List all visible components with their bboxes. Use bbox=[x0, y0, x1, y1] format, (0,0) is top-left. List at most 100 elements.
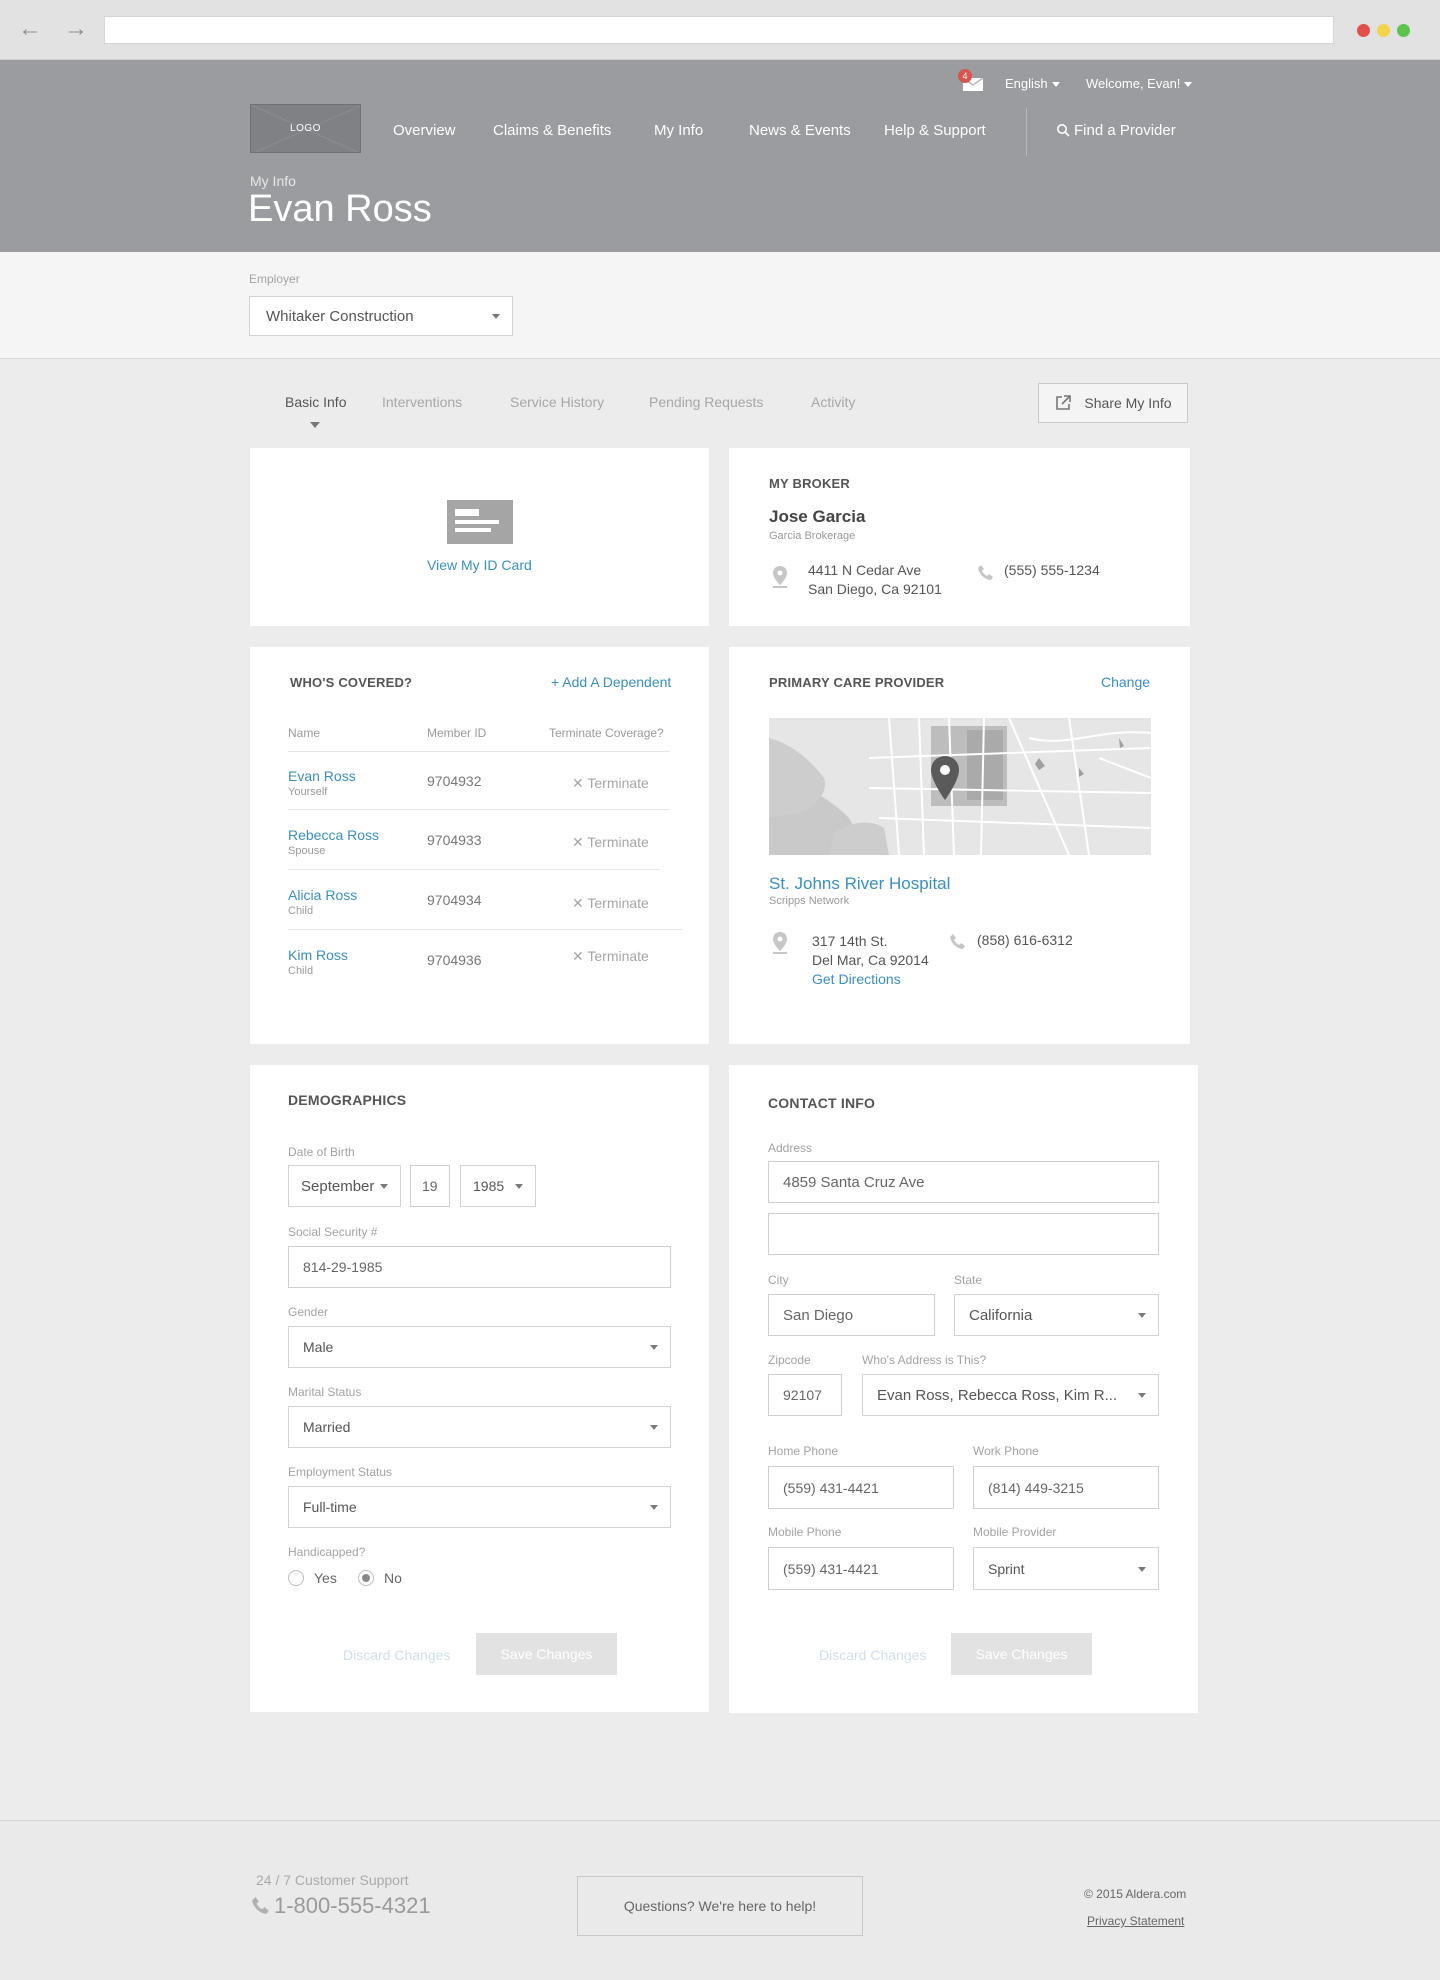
window-maximize-dot[interactable] bbox=[1397, 24, 1410, 37]
terminate-button[interactable]: ✕ Terminate bbox=[572, 834, 649, 851]
handicapped-no-radio[interactable] bbox=[358, 1570, 374, 1586]
tab-activity[interactable]: Activity bbox=[811, 394, 855, 410]
pcp-phone[interactable]: (858) 616-6312 bbox=[977, 932, 1073, 948]
change-pcp-link[interactable]: Change bbox=[1101, 674, 1150, 690]
chevron-down-icon bbox=[492, 314, 500, 319]
member-relation: Child bbox=[288, 965, 314, 977]
mobile-phone-value: (559) 431-4421 bbox=[783, 1560, 879, 1577]
member-name[interactable]: Evan Ross bbox=[288, 768, 356, 784]
dob-year-select[interactable]: 1985 bbox=[460, 1165, 536, 1207]
terminate-label: Terminate bbox=[587, 834, 649, 850]
nav-divider bbox=[1026, 108, 1027, 156]
tab-service-history[interactable]: Service History bbox=[510, 394, 604, 410]
back-arrow-icon[interactable]: ← bbox=[18, 14, 42, 44]
home-phone-label: Home Phone bbox=[768, 1444, 839, 1458]
home-phone-field[interactable]: (559) 431-4421 bbox=[768, 1466, 954, 1509]
mobile-provider-value: Sprint bbox=[988, 1560, 1025, 1577]
add-dependent-link[interactable]: + Add A Dependent bbox=[551, 674, 671, 690]
state-select[interactable]: California bbox=[954, 1294, 1159, 1336]
address-line1-field[interactable]: 4859 Santa Cruz Ave bbox=[768, 1161, 1159, 1203]
id-card-icon[interactable] bbox=[447, 500, 513, 544]
phone-icon bbox=[978, 565, 993, 580]
user-menu[interactable]: Welcome, Evan! bbox=[1086, 76, 1193, 91]
handicapped-label: Handicapped? bbox=[288, 1545, 366, 1559]
member-name[interactable]: Kim Ross bbox=[288, 947, 348, 963]
view-id-card-link[interactable]: View My ID Card bbox=[427, 557, 532, 573]
forward-arrow-icon[interactable]: → bbox=[64, 14, 88, 44]
nav-overview[interactable]: Overview bbox=[393, 122, 456, 139]
url-bar[interactable] bbox=[104, 16, 1334, 44]
state-value: California bbox=[969, 1306, 1033, 1324]
dob-day-field[interactable]: 19 bbox=[410, 1165, 450, 1207]
no-label[interactable]: No bbox=[384, 1570, 402, 1586]
breadcrumb[interactable]: My Info bbox=[250, 173, 296, 189]
whose-address-label: Who's Address is This? bbox=[862, 1353, 987, 1367]
terminate-button[interactable]: ✕ Terminate bbox=[572, 948, 649, 965]
save-changes-button[interactable]: Save Changes bbox=[951, 1633, 1092, 1675]
dob-label: Date of Birth bbox=[288, 1145, 355, 1159]
gender-select[interactable]: Male bbox=[288, 1326, 671, 1368]
member-relation: Spouse bbox=[288, 845, 326, 857]
help-button[interactable]: Questions? We're here to help! bbox=[577, 1876, 863, 1936]
city-field[interactable]: San Diego bbox=[768, 1294, 935, 1336]
mobile-provider-label: Mobile Provider bbox=[973, 1525, 1057, 1539]
find-provider-link[interactable]: Find a Provider bbox=[1056, 122, 1176, 139]
chevron-down-icon bbox=[650, 1345, 658, 1350]
map-pin-icon[interactable] bbox=[929, 755, 961, 801]
employer-select[interactable]: Whitaker Construction bbox=[249, 296, 513, 336]
member-relation: Yourself bbox=[288, 786, 328, 798]
save-label: Save Changes bbox=[975, 1646, 1068, 1662]
marital-status-select[interactable]: Married bbox=[288, 1406, 671, 1448]
demographics-heading: DEMOGRAPHICS bbox=[288, 1092, 407, 1108]
close-icon: ✕ bbox=[572, 948, 588, 964]
discard-changes-button[interactable]: Discard Changes bbox=[819, 1647, 926, 1663]
city-value: San Diego bbox=[783, 1306, 854, 1324]
pcp-heading: PRIMARY CARE PROVIDER bbox=[769, 675, 945, 690]
demographics-panel: DEMOGRAPHICS Date of Birth September 19 … bbox=[250, 1065, 709, 1712]
window-minimize-dot[interactable] bbox=[1377, 24, 1390, 37]
broker-phone[interactable]: (555) 555-1234 bbox=[1004, 562, 1100, 578]
member-name[interactable]: Alicia Ross bbox=[288, 887, 357, 903]
covered-heading: WHO'S COVERED? bbox=[290, 675, 413, 690]
member-name[interactable]: Rebecca Ross bbox=[288, 827, 379, 843]
whose-address-select[interactable]: Evan Ross, Rebecca Ross, Kim R... bbox=[862, 1374, 1159, 1416]
work-phone-field[interactable]: (814) 449-3215 bbox=[973, 1466, 1159, 1509]
tab-pending-requests[interactable]: Pending Requests bbox=[649, 394, 763, 410]
pcp-network: Scripps Network bbox=[769, 895, 850, 907]
dob-month-select[interactable]: September bbox=[288, 1165, 401, 1207]
nav-my-info[interactable]: My Info bbox=[654, 122, 703, 139]
language-select[interactable]: English bbox=[1005, 76, 1060, 91]
yes-label[interactable]: Yes bbox=[314, 1570, 337, 1586]
terminate-button[interactable]: ✕ Terminate bbox=[572, 775, 649, 792]
save-changes-button[interactable]: Save Changes bbox=[476, 1633, 617, 1675]
employer-label: Employer bbox=[249, 272, 300, 286]
privacy-link[interactable]: Privacy Statement bbox=[1087, 1914, 1184, 1928]
address-line1-value: 4859 Santa Cruz Ave bbox=[783, 1173, 925, 1191]
employment-status-select[interactable]: Full-time bbox=[288, 1486, 671, 1528]
nav-news-events[interactable]: News & Events bbox=[749, 122, 851, 139]
covered-panel: WHO'S COVERED? + Add A Dependent Name Me… bbox=[250, 647, 709, 1044]
discard-changes-button[interactable]: Discard Changes bbox=[343, 1647, 450, 1663]
pcp-name-link[interactable]: St. Johns River Hospital bbox=[769, 874, 950, 894]
mobile-provider-select[interactable]: Sprint bbox=[973, 1547, 1159, 1590]
window-close-dot[interactable] bbox=[1357, 24, 1370, 37]
tab-basic-info[interactable]: Basic Info bbox=[285, 394, 346, 410]
logo[interactable]: LOGO bbox=[250, 104, 361, 153]
mobile-phone-field[interactable]: (559) 431-4421 bbox=[768, 1547, 954, 1590]
work-phone-label: Work Phone bbox=[973, 1444, 1039, 1458]
get-directions-link[interactable]: Get Directions bbox=[812, 971, 901, 987]
nav-help-support[interactable]: Help & Support bbox=[884, 122, 986, 139]
chevron-down-icon bbox=[1184, 82, 1193, 88]
address-line2-field[interactable] bbox=[768, 1213, 1159, 1255]
zipcode-field[interactable]: 92107 bbox=[768, 1374, 842, 1416]
nav-claims-benefits[interactable]: Claims & Benefits bbox=[493, 122, 611, 139]
ssn-field[interactable]: 814-29-1985 bbox=[288, 1246, 671, 1288]
member-id: 9704933 bbox=[427, 832, 482, 848]
terminate-button[interactable]: ✕ Terminate bbox=[572, 895, 649, 912]
support-phone[interactable]: 1-800-555-4321 bbox=[274, 1893, 431, 1919]
home-phone-value: (559) 431-4421 bbox=[783, 1479, 879, 1496]
phone-icon bbox=[252, 1897, 269, 1914]
tab-interventions[interactable]: Interventions bbox=[382, 394, 462, 410]
share-my-info-button[interactable]: Share My Info bbox=[1038, 383, 1188, 423]
handicapped-yes-radio[interactable] bbox=[288, 1570, 304, 1586]
